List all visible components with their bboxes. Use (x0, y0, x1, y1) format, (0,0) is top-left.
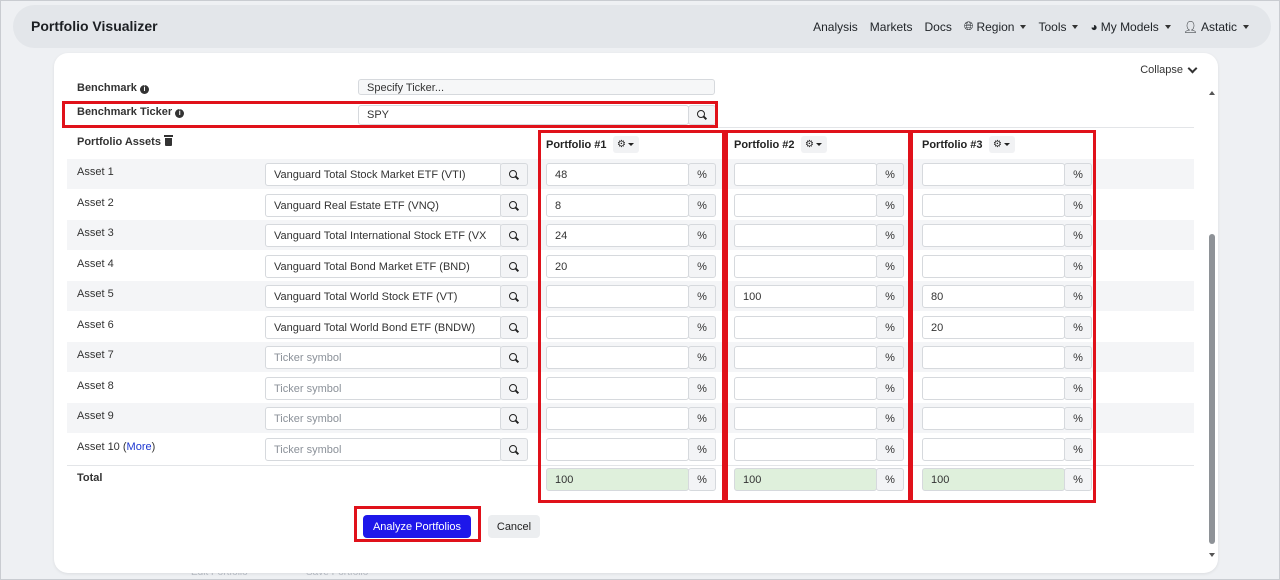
search-icon (509, 200, 519, 211)
asset-search-button[interactable] (500, 255, 528, 278)
search-icon (509, 444, 519, 455)
search-icon (509, 322, 519, 333)
benchmark-label: Benchmark i (77, 82, 149, 94)
asset-label: Asset 2 (77, 197, 114, 209)
trash-icon[interactable] (163, 135, 173, 146)
search-icon (509, 261, 519, 272)
chevron-down-icon (1187, 63, 1198, 73)
page-scrollbar[interactable] (1208, 91, 1216, 557)
benchmark-select[interactable]: Specify Ticker... (358, 79, 715, 95)
asset-label: Asset 5 (77, 288, 114, 300)
highlight-portfolio-1 (538, 130, 725, 503)
highlight-portfolio-2 (725, 130, 911, 503)
asset-label: Asset 9 (77, 410, 114, 422)
search-icon (509, 169, 519, 180)
collapse-toggle[interactable]: Collapse (1140, 63, 1198, 76)
asset-ticker-input[interactable]: Vanguard Total Bond Market ETF (BND) (265, 255, 502, 278)
asset-ticker-input[interactable]: Vanguard Total World Stock ETF (VT) (265, 285, 502, 308)
asset-search-button[interactable] (500, 194, 528, 217)
top-navbar: Portfolio Visualizer Analysis Markets Do… (13, 5, 1271, 48)
nav-my-models-dropdown[interactable]: ◕ My Models (1090, 19, 1171, 34)
asset-ticker-input[interactable]: Vanguard Total World Bond ETF (BNDW) (265, 316, 502, 339)
scrollbar-thumb[interactable] (1209, 234, 1215, 544)
nav-docs[interactable]: Docs (924, 19, 951, 34)
asset-search-button[interactable] (500, 346, 528, 369)
globe-icon: 🌐︎ (963, 19, 974, 33)
highlight-benchmark-ticker (62, 101, 718, 128)
info-icon: i (139, 85, 149, 94)
asset-ticker-input[interactable]: Vanguard Total Stock Market ETF (VTI) (265, 163, 502, 186)
asset-search-button[interactable] (500, 316, 528, 339)
asset-label: Asset 8 (77, 380, 114, 392)
nav-region-dropdown[interactable]: 🌐︎ Region (964, 19, 1027, 34)
caret-down-icon (1243, 24, 1249, 29)
asset-label: Asset 4 (77, 258, 114, 270)
asset-search-button[interactable] (500, 224, 528, 247)
app-window: Portfolio Visualizer Analysis Markets Do… (0, 0, 1280, 580)
asset-search-button[interactable] (500, 285, 528, 308)
asset-ticker-input[interactable]: Ticker symbol (265, 346, 502, 369)
scroll-down-arrow-icon[interactable] (1209, 553, 1215, 557)
nav-tools-label: Tools (1038, 19, 1067, 34)
asset-search-button[interactable] (500, 407, 528, 430)
cancel-button[interactable]: Cancel (488, 515, 540, 538)
asset-search-button[interactable] (500, 438, 528, 461)
asset-label: Asset 7 (77, 349, 114, 361)
caret-down-icon (1164, 24, 1171, 29)
collapse-label: Collapse (1140, 64, 1183, 76)
search-icon (509, 291, 519, 302)
nav-region-label: Region (976, 19, 1015, 34)
brand-logo[interactable]: Portfolio Visualizer (31, 18, 158, 34)
asset-search-button[interactable] (500, 377, 528, 400)
caret-down-icon (1020, 24, 1027, 29)
asset-label: Asset 6 (77, 319, 114, 331)
search-icon (509, 352, 519, 363)
asset-ticker-input[interactable]: Ticker symbol (265, 377, 502, 400)
pie-chart-icon: ◕ (1090, 19, 1098, 34)
nav-user-dropdown[interactable]: 👤︎ Astatic (1183, 19, 1249, 34)
search-icon (509, 383, 519, 394)
asset-ticker-input[interactable]: Ticker symbol (265, 438, 502, 461)
asset-label: Asset 1 (77, 166, 114, 178)
search-icon (509, 230, 519, 241)
nav-my-models-label: My Models (1100, 19, 1159, 34)
nav-menu: Analysis Markets Docs 🌐︎ Region Tools ◕ … (813, 19, 1249, 34)
scroll-up-arrow-icon[interactable] (1209, 91, 1215, 95)
asset-search-button[interactable] (500, 163, 528, 186)
user-icon: 👤︎ (1182, 19, 1198, 34)
highlight-portfolio-3 (910, 130, 1096, 503)
asset-ticker-input[interactable]: Vanguard Real Estate ETF (VNQ) (265, 194, 502, 217)
total-label: Total (77, 472, 103, 484)
highlight-analyze-button (354, 506, 481, 542)
asset-label: Asset 3 (77, 227, 114, 239)
more-assets-link[interactable]: (More) (120, 441, 155, 453)
nav-tools-dropdown[interactable]: Tools (1038, 19, 1079, 34)
nav-markets[interactable]: Markets (870, 19, 913, 34)
asset-ticker-input[interactable]: Vanguard Total International Stock ETF (… (265, 224, 502, 247)
asset-label: Asset 10 (More) (77, 441, 156, 453)
portfolio-form-card: Collapse Benchmark i Specify Ticker... Be… (54, 53, 1218, 573)
search-icon (509, 413, 519, 424)
caret-down-icon (1072, 24, 1079, 29)
nav-analysis[interactable]: Analysis (813, 19, 858, 34)
portfolio-assets-label: Portfolio Assets (77, 135, 173, 148)
asset-ticker-input[interactable]: Ticker symbol (265, 407, 502, 430)
nav-user-label: Astatic (1200, 19, 1237, 34)
